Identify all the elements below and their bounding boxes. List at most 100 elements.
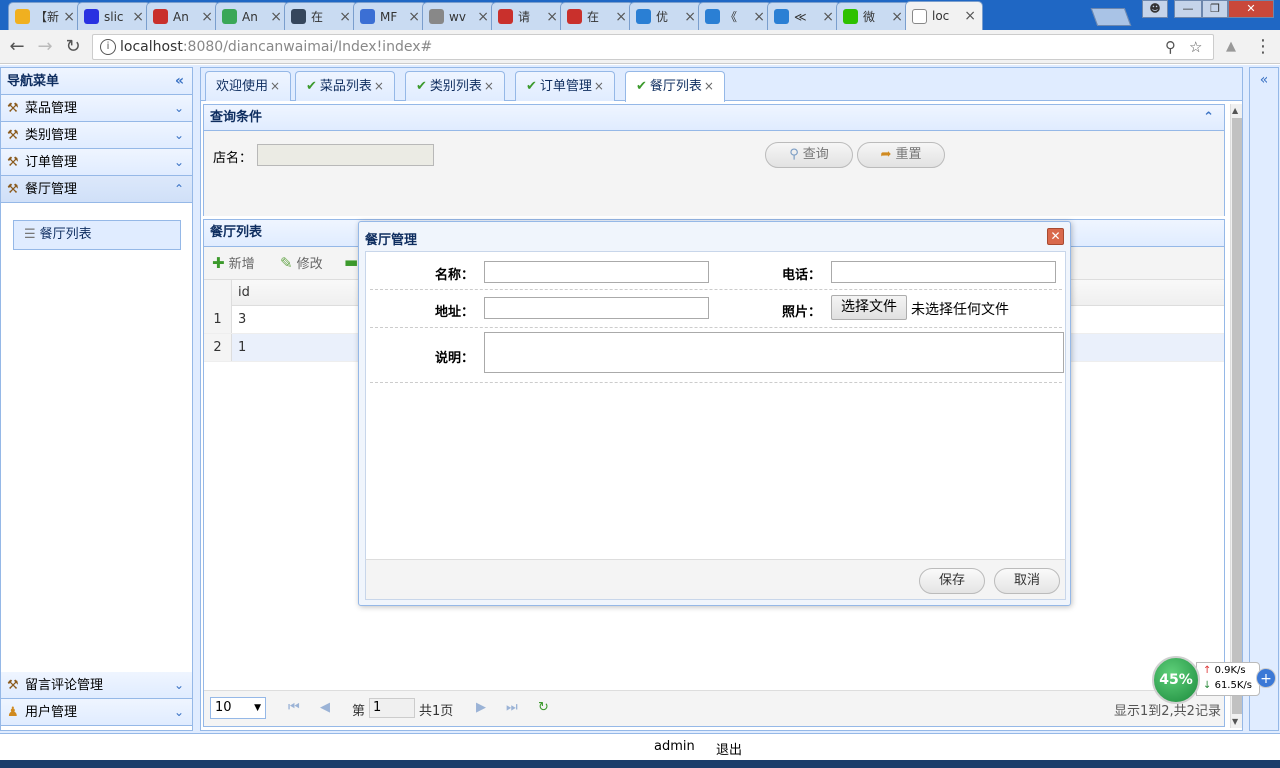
browser-tab[interactable]: loc × (905, 1, 983, 30)
forward-arrow-icon[interactable]: → (34, 36, 56, 58)
add-button[interactable]: ✚ 新增 (212, 253, 255, 272)
collapse-left-icon[interactable]: « (175, 68, 184, 95)
close-icon[interactable]: × (891, 9, 903, 25)
browser-tab[interactable]: wv × (422, 2, 496, 30)
save-button[interactable]: 保存 (919, 568, 985, 594)
sidebar-item-dishes[interactable]: ⚒ 菜品管理 ⌄ (1, 95, 192, 122)
close-icon[interactable]: × (615, 9, 627, 25)
shop-name-input[interactable] (257, 144, 434, 166)
close-icon[interactable]: × (270, 79, 280, 93)
pdf-extension-icon[interactable]: ▲ (1220, 36, 1242, 58)
browser-tab[interactable]: An × (215, 2, 289, 30)
sidebar-item-categories[interactable]: ⚒ 类别管理 ⌄ (1, 122, 192, 149)
browser-tab[interactable]: MF × (353, 2, 427, 30)
chevron-down-icon[interactable]: ⌄ (174, 95, 184, 122)
collapse-up-icon[interactable]: ⌃ (1203, 105, 1214, 130)
reload-icon[interactable]: ↻ (62, 36, 84, 58)
description-textarea[interactable] (484, 332, 1064, 373)
new-tab-button[interactable] (1090, 8, 1132, 26)
address-field[interactable] (484, 297, 709, 319)
close-icon[interactable]: × (63, 9, 75, 25)
chevron-down-icon[interactable]: ⌄ (174, 699, 184, 726)
close-icon[interactable]: × (704, 79, 714, 93)
browser-tab[interactable]: 优 × (629, 2, 703, 30)
close-icon[interactable]: ✕ (1047, 228, 1064, 245)
cancel-button[interactable]: 取消 (994, 568, 1060, 594)
browser-tab[interactable]: 【新 × (8, 2, 82, 30)
zoom-icon[interactable]: ⚲ (1165, 38, 1176, 56)
logout-link[interactable]: 退出 (716, 739, 742, 758)
minimize-button[interactable]: — (1174, 0, 1202, 18)
plus-icon[interactable]: + (1256, 668, 1276, 688)
close-icon[interactable]: × (408, 9, 420, 25)
tab-order-management[interactable]: ✔ 订单管理 × (515, 71, 615, 101)
sidebar-item-orders[interactable]: ⚒ 订单管理 ⌄ (1, 149, 192, 176)
window-close-button[interactable]: ✕ (1228, 0, 1274, 18)
edit-button[interactable]: ✎ 修改 (280, 253, 323, 272)
phone-field[interactable] (831, 261, 1056, 283)
close-icon[interactable]: × (684, 9, 696, 25)
browser-tab[interactable]: ≪ × (767, 2, 841, 30)
browser-tab[interactable]: 在 × (284, 2, 358, 30)
collapse-right-icon[interactable]: « (1260, 72, 1269, 88)
last-page-icon[interactable]: ⏭ (506, 700, 518, 715)
sidebar-item-restaurants[interactable]: ⚒ 餐厅管理 ⌃ (1, 176, 192, 203)
close-icon[interactable]: × (477, 9, 489, 25)
close-icon[interactable]: × (546, 9, 558, 25)
user-profile-button[interactable]: ☻ (1142, 0, 1168, 18)
search-button[interactable]: ⚲ 查询 (765, 142, 853, 168)
chevron-up-icon[interactable]: ⌃ (174, 176, 184, 203)
browser-tab[interactable]: 在 × (560, 2, 634, 30)
close-icon[interactable]: × (270, 9, 282, 25)
page-number-input[interactable]: 1 (369, 698, 415, 718)
bookmark-star-icon[interactable]: ☆ (1189, 38, 1202, 56)
refresh-icon[interactable]: ↻ (538, 700, 549, 715)
back-arrow-icon[interactable]: ← (6, 36, 28, 58)
close-icon[interactable]: × (484, 79, 494, 93)
choose-file-button[interactable]: 选择文件 (831, 295, 907, 320)
page-size-select[interactable]: 10 ▼ (210, 697, 266, 719)
close-icon[interactable]: × (132, 9, 144, 25)
chevron-down-icon[interactable]: ⌄ (174, 122, 184, 149)
browser-tab[interactable]: An × (146, 2, 220, 30)
tab-welcome[interactable]: 欢迎使用 × (205, 71, 292, 101)
scroll-thumb[interactable] (1232, 118, 1242, 714)
network-speed-widget[interactable]: ↑ 0.9K/s ↓ 61.5K/s 45% + (1152, 656, 1278, 704)
tab-restaurant-list[interactable]: ✔ 餐厅列表 × (625, 71, 725, 102)
tab-category-list[interactable]: ✔ 类别列表 × (405, 71, 505, 101)
sidebar-item-users[interactable]: ♟ 用户管理 ⌄ (1, 699, 192, 726)
close-icon[interactable]: × (374, 79, 384, 93)
browser-tab[interactable]: slic × (77, 2, 151, 30)
sidebar-item-comments[interactable]: ⚒ 留言评论管理 ⌄ (1, 672, 192, 699)
info-icon[interactable]: i (100, 39, 116, 55)
prev-page-icon[interactable]: ◀ (320, 700, 330, 715)
menu-icon[interactable]: ⋮ (1252, 36, 1274, 58)
close-icon[interactable]: × (201, 9, 213, 25)
browser-tab[interactable]: 微 × (836, 2, 910, 30)
close-icon[interactable]: × (339, 9, 351, 25)
scroll-down-icon[interactable]: ▼ (1232, 717, 1238, 726)
wechat-icon (843, 9, 858, 24)
column-header-id[interactable]: id (238, 280, 250, 306)
name-field[interactable] (484, 261, 709, 283)
browser-tab[interactable]: 请 × (491, 2, 565, 30)
close-icon[interactable]: × (964, 8, 976, 24)
chevron-down-icon[interactable]: ⌄ (174, 149, 184, 176)
first-page-icon[interactable]: ⏮ (288, 700, 300, 715)
close-icon[interactable]: × (822, 9, 834, 25)
maximize-button[interactable]: ❐ (1202, 0, 1228, 18)
url-text[interactable]: localhost:8080/diancanwaimai/Index!index… (120, 39, 432, 55)
reset-button[interactable]: ➦ 重置 (857, 142, 945, 168)
browser-tab[interactable]: 《 × (698, 2, 772, 30)
sidebar-subitem-restaurant-list[interactable]: ☰ 餐厅列表 (13, 220, 181, 250)
chevron-down-icon[interactable]: ⌄ (174, 672, 184, 699)
address-bar[interactable]: i localhost:8080/diancanwaimai/Index!ind… (92, 34, 1214, 60)
east-panel-collapse[interactable]: « (1249, 67, 1279, 731)
scroll-up-icon[interactable]: ▲ (1232, 106, 1238, 115)
close-icon[interactable]: × (594, 79, 604, 93)
next-page-icon[interactable]: ▶ (476, 700, 486, 715)
tab-dish-list[interactable]: ✔ 菜品列表 × (295, 71, 395, 101)
vertical-scrollbar[interactable]: ▲ ▼ (1230, 104, 1242, 728)
memory-usage-ball[interactable]: 45% (1152, 656, 1200, 704)
close-icon[interactable]: × (753, 9, 765, 25)
